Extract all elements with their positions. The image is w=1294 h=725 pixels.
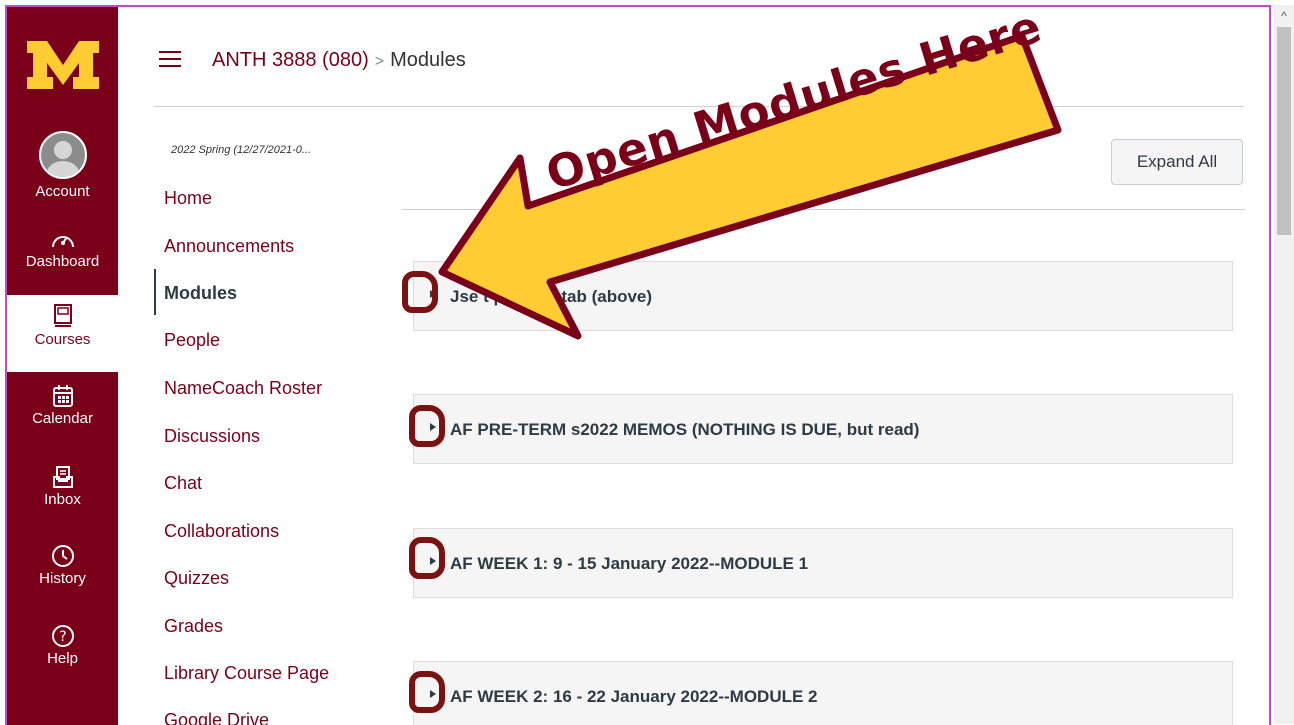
module-header[interactable]: AF WEEK 2: 16 - 22 January 2022--MODULE … [413,661,1233,725]
active-indicator [154,269,156,315]
nav-calendar-label: Calendar [32,410,93,427]
course-nav-quizzes[interactable]: Quizzes [164,568,229,589]
module-title: AF WEEK 2: 16 - 22 January 2022--MODULE … [450,687,818,706]
breadcrumb: ANTH 3888 (080) > Modules [212,49,466,72]
nav-help-label: Help [47,650,78,667]
dashboard-icon [51,236,74,248]
svg-text:?: ? [59,629,66,645]
nav-courses-label: Courses [34,331,91,348]
module-title: AF WEEK 1: 9 - 15 January 2022--MODULE 1 [450,554,809,573]
course-nav-discussions[interactable]: Discussions [164,426,260,447]
module-title: AF PRE-TERM s2022 MEMOS (NOTHING IS DUE,… [450,420,920,439]
nav-account[interactable]: Account [7,131,118,200]
nav-account-label: Account [35,183,90,200]
nav-help[interactable]: ? Help [7,624,118,667]
courses-icon [53,304,72,327]
breadcrumb-course-link[interactable]: ANTH 3888 (080) [212,49,369,71]
module-header[interactable]: AF PRE-TERM s2022 MEMOS (NOTHING IS DUE,… [413,394,1233,464]
course-nav-grades[interactable]: Grades [164,616,223,637]
scrollbar-thumb[interactable] [1277,27,1291,235]
course-nav-home[interactable]: Home [164,188,212,209]
course-nav-chat[interactable]: Chat [164,473,202,494]
module-header[interactable]: Jse t pse All" tab (above) [413,261,1233,331]
annotation-circle [402,271,438,313]
nav-history[interactable]: History [7,544,118,587]
course-nav-library-course-page[interactable]: Library Course Page [164,663,329,684]
clock-icon [51,545,74,567]
course-nav-namecoach-roster[interactable]: NameCoach Roster [164,378,322,399]
inbox-icon [52,466,73,488]
nav-inbox[interactable]: Inbox [7,465,118,508]
breadcrumb-separator: > [374,53,385,70]
university-logo[interactable] [25,31,101,93]
expand-all-button[interactable]: Expand All [1111,139,1243,185]
course-nav-people[interactable]: People [164,330,220,351]
hamburger-menu-icon[interactable] [159,51,181,67]
course-nav-collaborations[interactable]: Collaborations [164,521,279,542]
scroll-up-arrow-icon[interactable]: ^ [1274,5,1294,25]
course-nav-announcements[interactable]: Announcements [164,236,294,257]
term-label: 2022 Spring (12/27/2021-0... [171,144,312,156]
nav-inbox-label: Inbox [44,491,81,508]
annotation-circle [409,671,445,713]
module-title: Jse t pse All" tab (above) [450,287,653,306]
nav-dashboard[interactable]: Dashboard [7,229,118,270]
module-header[interactable]: AF WEEK 1: 9 - 15 January 2022--MODULE 1 [413,528,1233,598]
avatar [38,131,87,179]
browser-frame: Account Dashboard Courses Calendar Inbox… [5,5,1271,725]
nav-dashboard-label: Dashboard [25,253,100,270]
scrollbar[interactable]: ^ [1274,5,1294,724]
help-icon: ? [51,625,74,647]
breadcrumb-current-page: Modules [390,49,466,71]
content-divider [402,209,1245,210]
course-nav-modules[interactable]: Modules [164,283,237,304]
nav-calendar[interactable]: Calendar [7,384,118,427]
nav-courses[interactable]: Courses [7,295,118,372]
course-nav-google-drive[interactable]: Google Drive [164,710,269,725]
calendar-icon [52,385,73,407]
nav-history-label: History [39,570,86,587]
annotation-circle [409,537,445,579]
global-nav: Account Dashboard Courses Calendar Inbox… [7,7,118,725]
annotation-circle [409,405,445,447]
